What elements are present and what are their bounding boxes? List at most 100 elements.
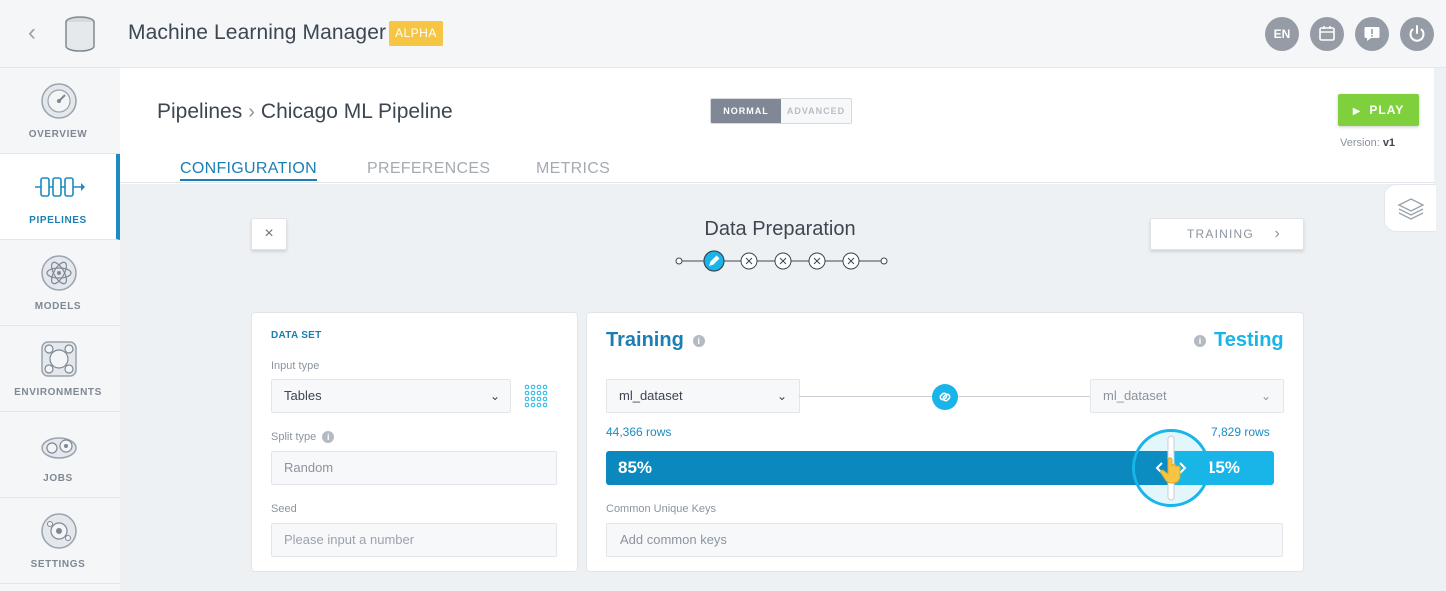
input-type-select[interactable]: Tables ⌄: [271, 379, 511, 413]
breadcrumb-current: Chicago ML Pipeline: [260, 100, 453, 123]
sidebar-item-pipelines[interactable]: PIPELINES: [0, 154, 120, 240]
training-title: Training i: [606, 329, 705, 352]
split-training-segment: [606, 451, 1174, 485]
wizard-stepper: [675, 250, 888, 272]
sidebar-item-label: PIPELINES: [29, 215, 87, 226]
chevron-right-icon: ›: [1274, 225, 1281, 242]
sidebar-item-environments[interactable]: ENVIRONMENTS: [0, 326, 120, 412]
chevron-down-icon: ⌄: [776, 389, 787, 403]
breadcrumb: Pipelines › Chicago ML Pipeline: [157, 100, 453, 124]
split-type-label-text: Split type: [271, 431, 317, 443]
testing-dataset-value: ml_dataset: [1103, 388, 1167, 403]
split-slider-handle[interactable]: [1132, 429, 1210, 507]
training-dataset-value: ml_dataset: [619, 388, 683, 403]
version-label: Version:: [1340, 137, 1380, 149]
mode-toggle: NORMAL ADVANCED: [710, 98, 852, 124]
tab-preferences[interactable]: PREFERENCES: [367, 160, 490, 178]
gears-icon: [41, 437, 77, 459]
alpha-badge: ALPHA: [389, 21, 443, 46]
drag-hand-icon: [1155, 435, 1187, 501]
dashboard-gauge-icon: [41, 83, 77, 119]
sidebar-item-settings[interactable]: SETTINGS: [0, 498, 120, 584]
training-dataset-select[interactable]: ml_dataset ⌄: [606, 379, 800, 413]
database-icon: [65, 16, 95, 52]
dataset-card: DATA SET Input type Tables ⌄ Split type i…: [251, 312, 578, 572]
testing-dataset-select[interactable]: ml_dataset ⌄: [1090, 379, 1284, 413]
main-panel: Pipelines › Chicago ML Pipeline NORMAL ADV…: [120, 68, 1436, 591]
seed-label: Seed: [271, 503, 297, 515]
tab-bar: CONFIGURATION PREFERENCES METRICS: [120, 156, 1434, 183]
next-training-label: TRAINING: [1187, 227, 1254, 241]
layers-icon: [1397, 198, 1425, 220]
chevron-down-icon: ⌄: [1260, 389, 1271, 403]
link-icon: [939, 392, 951, 402]
sidebar-item-models[interactable]: MODELS: [0, 240, 120, 326]
feedback-button[interactable]: [1355, 17, 1389, 51]
stepper-start-dot: [675, 257, 683, 265]
settings-icon: [41, 513, 77, 549]
content-area: × Data Preparation TRAINING › DATA SET I…: [120, 184, 1434, 591]
split-type-label: Split type i: [271, 431, 335, 444]
mode-advanced-button[interactable]: ADVANCED: [781, 99, 851, 123]
input-type-label: Input type: [271, 360, 320, 372]
split-card: Training i i Testing ml_dataset ⌄ ml_datas…: [586, 312, 1304, 572]
sidebar-item-label: ENVIRONMENTS: [14, 387, 102, 398]
sidebar-item-overview[interactable]: OVERVIEW: [0, 68, 120, 154]
split-type-field[interactable]: Random: [271, 451, 557, 485]
close-button[interactable]: ×: [251, 218, 287, 250]
play-label: PLAY: [1369, 103, 1405, 117]
stepper-step[interactable]: [808, 252, 826, 270]
stepper-step-current[interactable]: [703, 250, 725, 272]
stepper-step[interactable]: [842, 252, 860, 270]
info-icon[interactable]: i: [1194, 334, 1206, 347]
play-button[interactable]: ▶ PLAY: [1338, 94, 1419, 126]
sidebar-item-jobs[interactable]: JOBS: [0, 412, 120, 498]
testing-rows: 7,829 rows: [1211, 425, 1270, 439]
common-keys-input[interactable]: Add common keys: [606, 523, 1283, 557]
link-toggle[interactable]: [932, 384, 958, 410]
training-percent: 85%: [618, 458, 653, 477]
calendar-icon: [1319, 26, 1335, 41]
chevron-right-icon: ›: [248, 101, 255, 123]
play-icon: ▶: [1352, 106, 1362, 117]
training-title-text: Training: [606, 329, 684, 351]
testing-percent: 15%: [1205, 458, 1240, 477]
sidebar-item-label: MODELS: [34, 301, 82, 312]
mode-normal-button[interactable]: NORMAL: [711, 99, 781, 123]
version-value: v1: [1382, 137, 1396, 149]
calendar-button[interactable]: [1310, 17, 1344, 51]
tab-configuration[interactable]: CONFIGURATION: [180, 160, 317, 181]
feedback-icon: [1364, 27, 1380, 41]
info-icon[interactable]: i: [692, 334, 705, 347]
chevron-left-icon[interactable]: ‹: [20, 20, 44, 46]
training-rows: 44,366 rows: [606, 425, 672, 439]
tab-metrics[interactable]: METRICS: [536, 160, 610, 178]
sidebar-item-label: SETTINGS: [30, 559, 86, 570]
stepper-end-dot: [880, 257, 888, 265]
info-icon[interactable]: i: [322, 431, 335, 444]
layers-tool-button[interactable]: [1384, 184, 1436, 232]
testing-title-text: Testing: [1214, 329, 1284, 351]
language-button[interactable]: EN: [1265, 17, 1299, 51]
top-bar: ‹ Machine Learning Manager ALPHA EN: [0, 0, 1446, 68]
sidebar-item-label: JOBS: [43, 473, 73, 484]
grid-dots-icon[interactable]: [524, 384, 550, 410]
stepper-step[interactable]: [740, 252, 758, 270]
dataset-heading: DATA SET: [271, 330, 322, 341]
power-icon: [1409, 25, 1425, 42]
wizard-step-title: Data Preparation: [704, 218, 856, 240]
app-title: Machine Learning Manager: [128, 21, 387, 44]
sidebar: OVERVIEW PIPELINES MODELS ENVIRONMENTS J…: [0, 68, 120, 591]
stepper-step[interactable]: [774, 252, 792, 270]
input-type-value: Tables: [284, 388, 322, 403]
atom-icon: [41, 255, 77, 291]
breadcrumb-root[interactable]: Pipelines: [157, 100, 242, 123]
version-info: Version: v1: [1340, 137, 1430, 149]
power-button[interactable]: [1400, 17, 1434, 51]
seed-input[interactable]: Please input a number: [271, 523, 557, 557]
next-training-button[interactable]: TRAINING ›: [1150, 218, 1304, 250]
pipeline-icon: [35, 177, 85, 197]
testing-title: i Testing: [1194, 329, 1284, 352]
common-keys-label: Common Unique Keys: [606, 503, 717, 515]
environment-icon: [41, 341, 77, 377]
